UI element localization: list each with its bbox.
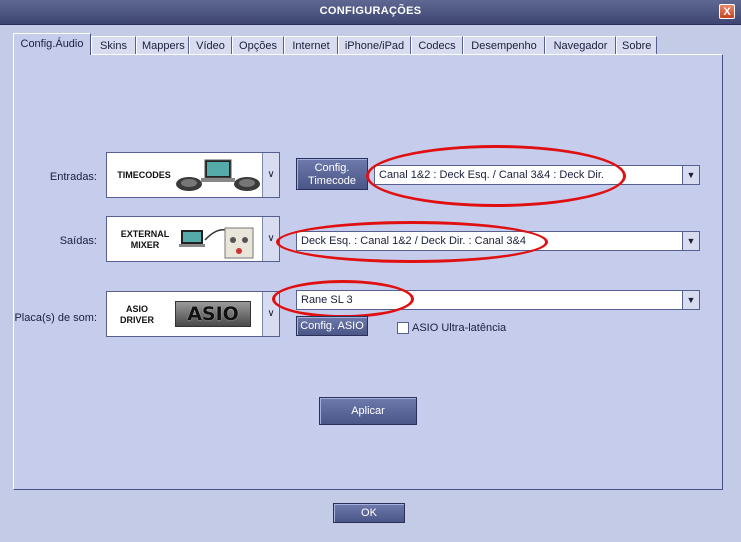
tab-label: Navegador	[553, 40, 608, 52]
tab-label: Vídeo	[196, 40, 225, 52]
asio-logo-text: ASIO	[187, 303, 239, 325]
title-bar: CONFIGURAÇÕES X	[0, 0, 741, 25]
entradas-routing-select[interactable]: Canal 1&2 : Deck Esq. / Canal 3&4 : Deck…	[374, 165, 700, 185]
config-asio-button[interactable]: Config. ASIO	[296, 316, 368, 336]
tab-codecs[interactable]: Codecs	[411, 36, 463, 54]
ok-button[interactable]: OK	[333, 503, 405, 523]
driver-mode-caption-line1: ASIO	[125, 304, 148, 314]
tab-label: Codecs	[418, 40, 456, 52]
output-mode-caption-line1: EXTERNAL	[120, 229, 170, 239]
tab-label: Config.Áudio	[20, 38, 84, 50]
sound-card-select[interactable]: Rane SL 3 ▼	[296, 290, 700, 310]
tab-config-audio[interactable]: Config.Áudio	[13, 33, 91, 55]
sound-card-value: Rane SL 3	[301, 294, 353, 306]
chevron-down-icon: ▼	[682, 232, 699, 250]
config-timecode-button[interactable]: Config. Timecode	[296, 158, 368, 190]
input-mode-selector[interactable]: TIMECODES ∨	[106, 152, 280, 198]
output-mode-caption: EXTERNAL MIXER	[111, 229, 179, 251]
saidas-routing-value: Deck Esq. : Canal 1&2 / Deck Dir. : Cana…	[301, 235, 526, 247]
asio-ultra-latency-checkbox[interactable]	[397, 322, 409, 334]
driver-mode-caption: ASIO DRIVER	[113, 304, 161, 326]
tab-label: Skins	[100, 40, 127, 52]
driver-mode-caption-line2: DRIVER	[119, 315, 154, 325]
tab-label: Sobre	[622, 40, 652, 52]
window-title: CONFIGURAÇÕES	[319, 5, 422, 17]
config-timecode-label-line1: Config.	[314, 162, 350, 174]
tab-mappers[interactable]: Mappers	[136, 36, 189, 54]
tab-video[interactable]: Vídeo	[189, 36, 232, 54]
driver-mode-selector[interactable]: ASIO DRIVER ASIO ∨	[106, 291, 280, 337]
entradas-label: Entradas:	[49, 171, 97, 183]
tab-navegador[interactable]: Navegador	[545, 36, 616, 54]
tab-desempenho[interactable]: Desempenho	[463, 36, 545, 54]
saidas-label: Saídas:	[59, 235, 97, 247]
tab-label: iPhone/iPad	[344, 40, 405, 52]
chevron-down-icon: ▼	[682, 166, 699, 184]
tab-opcoes[interactable]: Opções	[232, 36, 284, 54]
chevron-down-icon: ▼	[682, 291, 699, 309]
close-icon: X	[723, 6, 731, 18]
tab-skins[interactable]: Skins	[91, 36, 136, 54]
apply-button[interactable]: Aplicar	[319, 397, 417, 425]
tab-internet[interactable]: Internet	[284, 36, 338, 54]
tab-label: Internet	[292, 40, 330, 52]
close-button[interactable]: X	[719, 4, 735, 19]
turntables-laptop-icon	[176, 159, 260, 191]
tab-label: Opções	[239, 40, 277, 52]
output-mode-chevron-icon: ∨	[262, 217, 279, 261]
saidas-routing-select[interactable]: Deck Esq. : Canal 1&2 / Deck Dir. : Cana…	[296, 231, 700, 251]
config-timecode-label-line2: Timecode	[308, 175, 356, 187]
placa-label: Placa(s) de som:	[14, 312, 97, 324]
asio-logo: ASIO	[175, 301, 251, 327]
output-mode-selector[interactable]: EXTERNAL MIXER ∨	[106, 216, 280, 262]
tab-sobre[interactable]: Sobre	[616, 36, 657, 54]
input-mode-chevron-icon: ∨	[262, 153, 279, 197]
output-mode-caption-line2: MIXER	[130, 240, 160, 250]
driver-mode-chevron-icon: ∨	[262, 292, 279, 336]
input-mode-caption: TIMECODES	[117, 170, 171, 180]
tab-iphone-ipad[interactable]: iPhone/iPad	[338, 36, 411, 54]
asio-ultra-latency-label: ASIO Ultra-latência	[412, 322, 507, 334]
entradas-routing-value: Canal 1&2 : Deck Esq. / Canal 3&4 : Deck…	[379, 169, 604, 181]
external-mixer-icon	[179, 227, 254, 259]
tab-label: Desempenho	[471, 40, 537, 52]
tab-label: Mappers	[142, 40, 185, 52]
